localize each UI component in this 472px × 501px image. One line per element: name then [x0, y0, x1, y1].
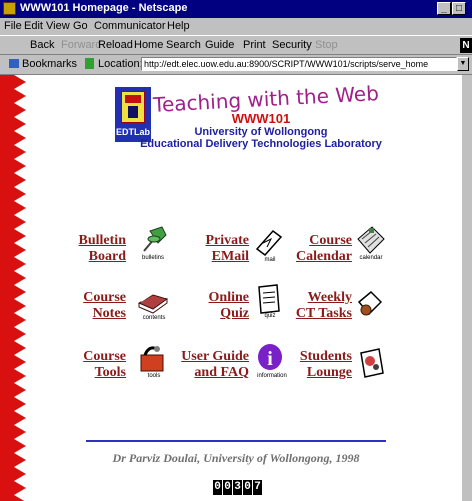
toolbox-icon[interactable]: tools [137, 343, 171, 383]
book-icon[interactable]: contents [137, 285, 171, 325]
url-field[interactable]: http://edt.elec.uow.edu.au:8900/SCRIPT/W… [141, 57, 457, 71]
info-icon[interactable]: i information [255, 343, 289, 383]
counter-digit: 0 [223, 480, 232, 495]
menu-bar: File Edit View Go Communicator Help [0, 18, 472, 35]
netscape-logo-icon: N [460, 38, 472, 53]
title-bar: WWW101 Homepage - Netscape _ □ [0, 0, 472, 18]
vertical-scrollbar[interactable] [462, 75, 472, 501]
minimize-button[interactable]: _ [437, 2, 451, 15]
netscape-app-icon[interactable] [3, 2, 16, 15]
menu-communicator[interactable]: Communicator [94, 20, 166, 32]
home-button[interactable]: Home [134, 39, 163, 51]
footer-credit: Dr Parviz Doulai, University of Wollongo… [112, 451, 360, 465]
counter-digit: 0 [213, 480, 222, 495]
weekly-ct-tasks-link[interactable]: Weekly CT Tasks [296, 290, 352, 322]
maximize-button[interactable]: □ [452, 2, 466, 15]
menu-go[interactable]: Go [73, 20, 88, 32]
guide-button[interactable]: Guide [205, 39, 234, 51]
pushpin-icon[interactable]: bulletins [136, 225, 170, 265]
footer-divider [86, 440, 386, 442]
print-button[interactable]: Print [243, 39, 266, 51]
location-label: Location: [98, 58, 143, 70]
course-notes-link[interactable]: Course Notes [83, 290, 126, 322]
page-proxy-icon[interactable] [85, 58, 94, 69]
reload-button[interactable]: Reload [98, 39, 133, 51]
forward-button[interactable]: Forward [61, 39, 101, 51]
search-button[interactable]: Search [166, 39, 201, 51]
lounge-icon[interactable] [355, 347, 389, 387]
course-tools-link[interactable]: Course Tools [83, 349, 126, 381]
stop-button[interactable]: Stop [315, 39, 338, 51]
notepad-icon[interactable]: quiz [253, 283, 287, 323]
menu-edit[interactable]: Edit [24, 20, 43, 32]
university-name: University of Wollongong [194, 126, 328, 138]
menu-help[interactable]: Help [167, 20, 190, 32]
bookmarks-button[interactable]: Bookmarks [22, 58, 77, 70]
site-header: Teaching with the Web WWW101 University … [140, 81, 386, 150]
page-content: EDTLab Teaching with the Web WWW101 Univ… [0, 75, 472, 501]
letter-icon[interactable]: mail [253, 227, 287, 267]
calendar-icon[interactable]: calendar [354, 225, 388, 265]
lab-name: Educational Delivery Technologies Labora… [140, 138, 382, 150]
visit-counter: 0 0 3 0 7 [213, 480, 262, 495]
tasks-icon[interactable] [355, 288, 389, 328]
bulletin-board-link[interactable]: Bulletin Board [79, 233, 126, 265]
counter-digit: 0 [243, 480, 252, 495]
navigation-toolbar: Back Forward Reload Home Search Guide Pr… [0, 35, 472, 55]
menu-file[interactable]: File [4, 20, 22, 32]
url-dropdown-button[interactable]: ▼ [457, 57, 469, 71]
svg-text:i: i [267, 348, 273, 370]
menu-view[interactable]: View [46, 20, 70, 32]
back-button[interactable]: Back [30, 39, 54, 51]
counter-digit: 7 [253, 480, 262, 495]
students-lounge-link[interactable]: Students Lounge [300, 349, 352, 381]
window-title: WWW101 Homepage - Netscape [20, 2, 188, 14]
location-bar: Bookmarks Location: http://edt.elec.uow.… [0, 55, 472, 75]
user-guide-faq-link[interactable]: User Guide and FAQ [181, 349, 249, 381]
security-button[interactable]: Security [272, 39, 312, 51]
bookmark-icon[interactable] [9, 59, 19, 68]
counter-digit: 3 [233, 480, 242, 495]
red-zigzag-border [0, 75, 26, 501]
